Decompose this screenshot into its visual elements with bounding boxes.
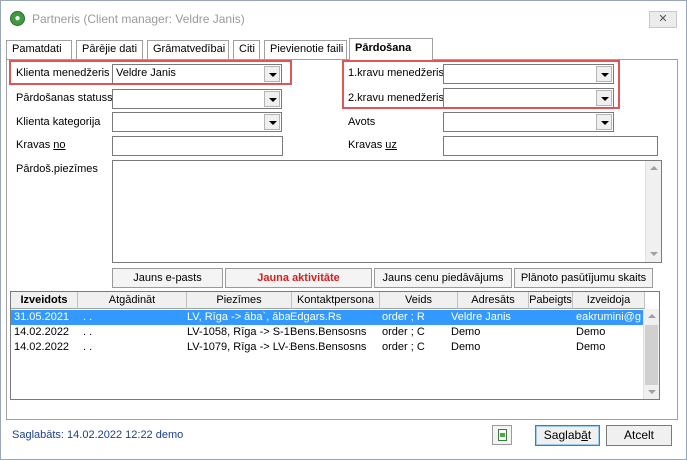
cell-done [529,340,571,355]
save-label-suffix: t [587,428,592,442]
new-quote-button[interactable]: Jauns cenu piedāvājums [374,268,512,288]
scroll-down-icon[interactable] [644,385,659,399]
column-header-contact[interactable]: Kontaktpersona [292,292,380,309]
scroll-up-icon[interactable] [644,309,659,324]
cell-created: 14.02.2022 [14,341,70,353]
tab-gramatvedibai[interactable]: Grāmatvedībai [147,40,229,59]
table-row[interactable]: 31.05.2021 . . LV, Rīga -> āba`, āba Edg… [11,310,645,325]
tab-pievienotie-faili[interactable]: Pievienotie faili [264,40,347,59]
cell-notes: LV-1079, Rīga -> LV-1 [187,341,290,353]
cell-done [529,310,571,325]
cell-remind: . . [83,341,93,353]
window-title: Partneris (Client manager: Veldre Janis) [32,12,245,26]
tab-parejie-dati[interactable]: Pārējie dati [76,40,143,59]
sales-status-select[interactable] [112,89,282,109]
scroll-down-icon[interactable] [646,247,661,262]
table-scrollbar[interactable] [643,309,659,399]
column-header-author[interactable]: Izveidoja [573,292,645,309]
sales-status-label: Pārdošanas statuss [16,92,113,104]
cargo-from-label: Kravas no [16,139,66,151]
save-button[interactable]: Saglabāt [535,425,600,446]
tab-pardosana[interactable]: Pārdošana [349,38,433,60]
cargo-manager-1-select[interactable] [443,64,614,84]
client-manager-label: Klienta menedžeris [16,67,110,79]
save-label-accel: ā [581,428,588,442]
cargo-from-label-accel: no [53,139,66,151]
cargo-manager-1-label: 1.kravu menedžeris [348,67,444,79]
export-button[interactable] [492,425,512,445]
cargo-manager-2-select[interactable] [443,88,614,108]
chevron-down-icon[interactable] [264,91,280,107]
cell-type: order ; C [382,326,425,338]
cargo-to-label-accel: uz [385,139,397,151]
cargo-from-input[interactable] [112,136,283,156]
activities-table[interactable]: Izveidots Atgādināt Piezīmes Kontaktpers… [10,291,660,400]
chevron-down-icon[interactable] [264,114,280,130]
tab-pamatdati[interactable]: Pamatdati [6,40,72,59]
cancel-button[interactable]: Atcelt [606,425,672,446]
cell-notes: LV, Rīga -> āba`, āba [187,311,290,323]
tab-citi[interactable]: Citi [233,40,260,59]
cell-remind: . . [83,326,93,338]
client-manager-select[interactable]: Veldre Janis [112,64,282,84]
notes-textarea[interactable] [112,160,662,263]
cell-created: 14.02.2022 [14,326,70,338]
scrollbar-thumb[interactable] [645,325,658,385]
chevron-down-icon[interactable] [596,114,612,130]
cell-contact: Bens.Bensosns [290,326,367,338]
cargo-manager-2-label: 2.kravu menedžeris [348,92,444,104]
planned-orders-button[interactable]: Plānoto pasūtījumu skaits [514,268,653,288]
column-header-created[interactable]: Izveidots [11,292,78,309]
chevron-down-icon[interactable] [596,90,612,106]
cell-author: eakrumini@g [576,311,641,323]
table-row[interactable]: 14.02.2022 . . LV-1058, Rīga -> S-10 Ben… [11,325,645,340]
cell-addressee: Demo [451,326,481,338]
partner-window: ● Partneris (Client manager: Veldre Jani… [0,0,687,460]
cargo-to-input[interactable] [443,136,658,156]
column-header-notes[interactable]: Piezīmes [187,292,292,309]
title-bar: ● Partneris (Client manager: Veldre Jani… [1,1,686,35]
save-label-prefix: Saglab [543,428,582,442]
cell-addressee: Demo [451,341,481,353]
cargo-to-label: Kravas uz [348,139,397,151]
cell-done [529,325,571,340]
column-header-remind[interactable]: Atgādināt [78,292,187,309]
new-email-button[interactable]: Jauns e-pasts [112,268,223,288]
cargo-to-label-prefix: Kravas [348,139,386,151]
notes-label: Pārdoš.piezīmes [16,163,98,175]
column-header-done[interactable]: Pabeigts [529,292,573,309]
notes-scrollbar[interactable] [645,161,661,262]
cell-addressee: Veldre Janis [451,311,511,323]
cell-remind: . . [83,311,93,323]
cell-contact: Bens.Bensosns [290,341,367,353]
table-row[interactable]: 14.02.2022 . . LV-1079, Rīga -> LV-1 Ben… [11,340,645,355]
source-select[interactable] [443,112,614,132]
close-button[interactable]: ✕ [649,11,677,28]
column-header-type[interactable]: Veids [380,292,458,309]
app-logo-icon: ● [10,11,25,26]
column-header-addressee[interactable]: Adresāts [458,292,529,309]
scroll-up-icon[interactable] [646,161,661,176]
client-category-select[interactable] [112,112,282,132]
cargo-from-label-prefix: Kravas [16,139,54,151]
save-status: Saglabāts: 14.02.2022 12:22 demo [12,429,184,441]
cell-type: order ; C [382,341,425,353]
chevron-down-icon[interactable] [596,66,612,82]
cell-author: Demo [576,341,606,353]
source-label: Avots [348,116,376,128]
cell-created: 31.05.2021 [14,311,70,323]
chevron-down-icon[interactable] [264,66,280,82]
cell-type: order ; R [382,311,425,323]
new-activity-button[interactable]: Jauna aktivitāte [225,268,372,288]
cell-author: Demo [576,326,606,338]
sales-panel: Klienta menedžeris Veldre Janis Pārdošan… [6,59,678,420]
cell-notes: LV-1058, Rīga -> S-10 [187,326,290,338]
client-category-label: Klienta kategorija [16,116,101,128]
cell-contact: Edgars.Rs [290,311,342,323]
spreadsheet-icon [498,429,507,441]
table-header: Izveidots Atgādināt Piezīmes Kontaktpers… [11,292,645,309]
client-manager-value: Veldre Janis [116,67,176,79]
